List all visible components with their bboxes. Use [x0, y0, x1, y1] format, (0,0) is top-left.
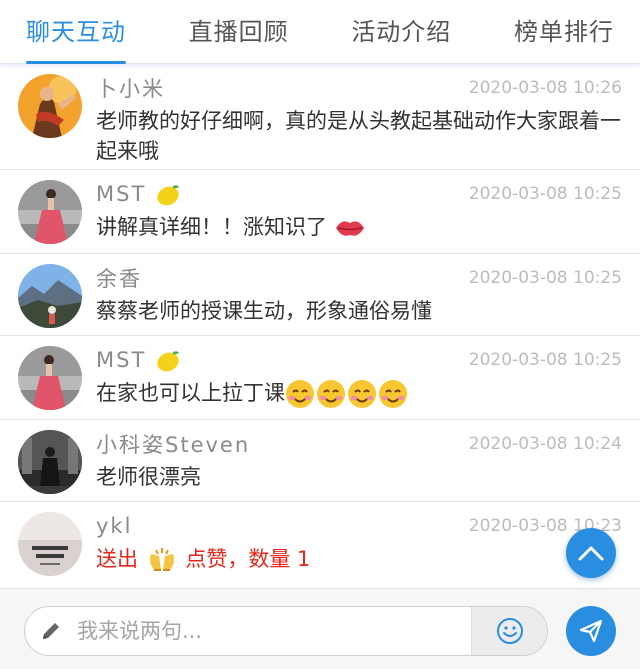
timestamp: 2020-03-08 10:24	[468, 434, 622, 454]
avatar[interactable]	[18, 264, 82, 328]
message-text: 老师很漂亮	[96, 465, 201, 489]
tab-event-info[interactable]: 活动介绍	[351, 0, 451, 64]
chevron-up-icon	[578, 546, 604, 561]
chat-message: MST 2020-03-08 10:25 讲解真详细！！涨知识了	[0, 170, 640, 254]
chat-list[interactable]: 卜小米 2020-03-08 10:26 老师教的好仔细啊，真的是从头教起基础动…	[0, 64, 640, 588]
message-text: 讲解真详细！！涨知识了	[96, 212, 622, 242]
timestamp: 2020-03-08 10:25	[468, 350, 622, 370]
lemon-emoji	[157, 350, 179, 371]
chat-message: 卜小米 2020-03-08 10:26 老师教的好仔细啊，真的是从头教起基础动…	[0, 64, 640, 170]
blushing-smile-emoji	[286, 380, 407, 408]
chat-message: 小科姿Steven 2020-03-08 10:24 老师很漂亮	[0, 420, 640, 502]
user-name: 余香	[96, 267, 142, 291]
chat-message: MST 2020-03-08 10:25 在家也可以上拉丁课	[0, 336, 640, 420]
user-name: 小科姿Steven	[96, 433, 251, 457]
avatar[interactable]	[18, 180, 82, 244]
message-text: 老师教的好仔细啊，真的是从头教起基础动作大家跟着一起来哦	[96, 109, 621, 163]
lemon-emoji	[157, 184, 179, 205]
user-name: 卜小米	[96, 77, 165, 101]
gift-message: 送出 点赞，数量 1	[96, 544, 622, 574]
clapping-hands-emoji	[149, 548, 174, 571]
avatar[interactable]	[18, 74, 82, 138]
timestamp: 2020-03-08 10:26	[468, 78, 622, 98]
tab-ranking[interactable]: 榜单排行	[514, 0, 614, 64]
message-text: 在家也可以上拉丁课	[96, 378, 622, 409]
comment-box	[24, 606, 548, 656]
timestamp: 2020-03-08 10:25	[468, 268, 622, 288]
paper-plane-icon	[579, 619, 603, 643]
send-button[interactable]	[566, 606, 616, 656]
tab-chat[interactable]: 聊天互动	[26, 0, 126, 64]
user-name: MST	[96, 348, 181, 373]
kiss-lips-emoji	[335, 221, 364, 236]
chat-message: ykl 2020-03-08 10:23 送出 点赞，数量 1	[0, 502, 640, 588]
avatar[interactable]	[18, 512, 82, 576]
smiley-icon	[496, 618, 523, 644]
message-text: 蔡蔡老师的授课生动，形象通俗易懂	[96, 299, 432, 323]
tab-replay[interactable]: 直播回顾	[189, 0, 289, 64]
pencil-icon	[25, 620, 77, 642]
tab-bar: 聊天互动 直播回顾 活动介绍 榜单排行	[0, 0, 640, 64]
comment-input[interactable]	[77, 607, 471, 655]
avatar[interactable]	[18, 346, 82, 410]
user-name: MST	[96, 182, 181, 207]
scroll-top-button[interactable]	[566, 528, 616, 578]
user-name: ykl	[96, 514, 133, 538]
input-bar	[0, 588, 640, 669]
avatar[interactable]	[18, 430, 82, 494]
chat-message: 余香 2020-03-08 10:25 蔡蔡老师的授课生动，形象通俗易懂	[0, 254, 640, 336]
emoji-button[interactable]	[471, 607, 547, 655]
timestamp: 2020-03-08 10:25	[468, 184, 622, 204]
